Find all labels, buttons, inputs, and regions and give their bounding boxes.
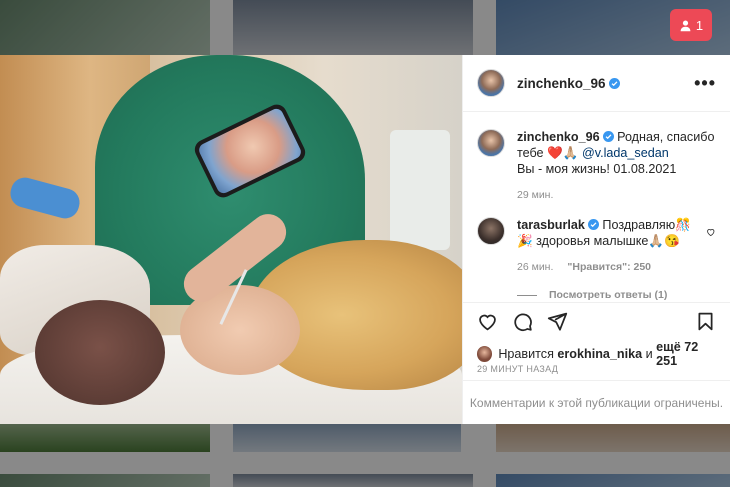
avatar[interactable] [477,217,505,245]
liked-by-connector: и [645,347,653,361]
verified-badge-icon [608,77,620,89]
caption-time[interactable]: 29 мин. [517,189,553,201]
view-replies-label: Посмотреть ответы (1) [549,289,668,301]
comment-author[interactable]: tarasburlak [517,218,585,232]
verified-badge-icon [587,219,599,230]
post-sidebar: zinchenko_96 ••• zinchenko_96 Родная, сп… [462,55,730,424]
caption-author[interactable]: zinchenko_96 [517,130,600,144]
post-photo[interactable] [0,55,462,424]
comments-restricted-notice: Комментарии к этой публикации ограничены… [463,380,730,424]
comment-item: tarasburlak Поздравляю🎊🎉 здоровья малышк… [477,217,716,275]
share-icon[interactable] [547,311,568,332]
photo-baby [35,300,165,405]
heart-icon[interactable] [706,227,716,237]
caption-line2: Вы - моя жизнь! 01.08.2021 [517,162,677,176]
follow-request-notification[interactable]: 1 [670,9,712,41]
bookmark-icon[interactable] [695,311,716,332]
post-actions [463,302,730,340]
avatar[interactable] [477,129,505,157]
notification-count: 1 [695,17,704,33]
avatar[interactable] [477,69,505,97]
caption-emoji: ❤️🙏🏼 [547,146,579,160]
photo-equipment [390,130,450,250]
liked-by-user[interactable]: erokhina_nika [557,347,642,361]
post-timestamp[interactable]: 29 МИНУТ НАЗАД [477,364,558,374]
comment-icon[interactable] [512,311,533,332]
heart-icon[interactable] [477,311,498,332]
person-icon [680,19,691,31]
comment-time[interactable]: 26 мин. [517,261,553,273]
avatar[interactable] [477,346,493,362]
caption-mention[interactable]: @v.lada_sedan [582,146,669,160]
caption: zinchenko_96 Родная, спасибо тебе ❤️🙏🏼 @… [477,129,716,203]
more-options-button[interactable]: ••• [694,73,716,94]
verified-badge-icon [602,131,614,142]
comment-likes[interactable]: "Нравится": 250 [567,261,651,273]
post-author[interactable]: zinchenko_96 [517,76,620,91]
post-modal: zinchenko_96 ••• zinchenko_96 Родная, сп… [0,55,730,424]
liked-by-prefix: Нравится [498,347,554,361]
liked-by-count[interactable]: ещё 72 251 [656,340,720,368]
view-replies-button[interactable]: Посмотреть ответы (1) [517,289,716,301]
post-header: zinchenko_96 ••• [463,55,730,112]
comments-list[interactable]: zinchenko_96 Родная, спасибо тебе ❤️🙏🏼 @… [463,113,730,301]
